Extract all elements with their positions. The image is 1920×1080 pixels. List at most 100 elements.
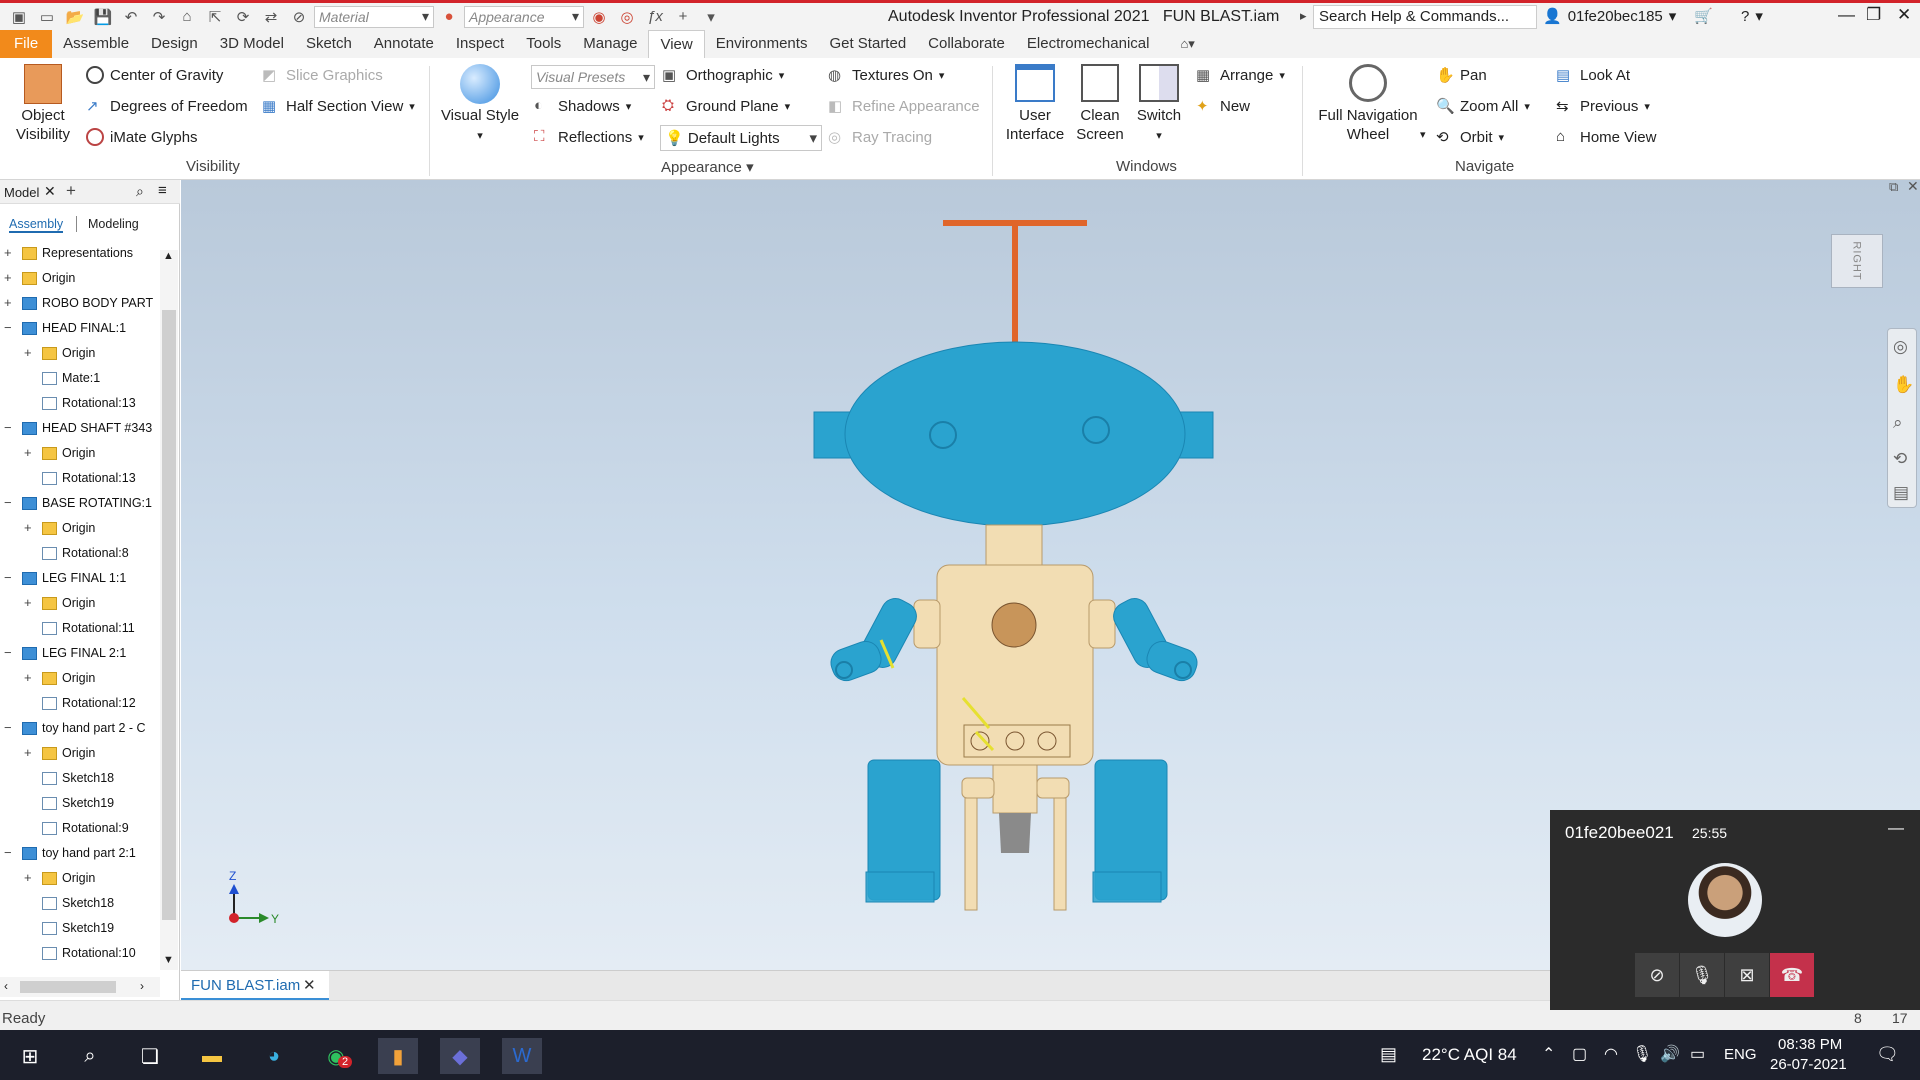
textures-on-button[interactable]: ◍ Textures On ▾: [828, 66, 944, 85]
tab-tools[interactable]: Tools: [515, 30, 572, 58]
viewport-close-icon[interactable]: ✕: [1907, 178, 1919, 195]
tree-expand-toggle[interactable]: +: [4, 270, 12, 285]
tree-item[interactable]: Rotational:13: [42, 471, 136, 485]
call-minimize-icon[interactable]: —: [1888, 820, 1904, 838]
home-icon[interactable]: ⌂: [174, 5, 200, 29]
tray-app-icon[interactable]: ▢: [1572, 1044, 1587, 1064]
user-interface-button[interactable]: User Interface: [1002, 64, 1068, 144]
ground-plane-button[interactable]: ⛭ Ground Plane ▾: [662, 97, 790, 115]
look-at-button[interactable]: ▤ Look At: [1556, 66, 1630, 85]
new-window-button[interactable]: ✦ New: [1196, 97, 1250, 116]
imate-glyphs-button[interactable]: iMate Glyphs: [86, 128, 198, 146]
app-menu-icon[interactable]: ▣: [6, 5, 32, 29]
center-of-gravity-button[interactable]: Center of Gravity: [86, 66, 223, 84]
volume-icon[interactable]: 🔊: [1660, 1044, 1680, 1064]
tree-item[interactable]: Rotational:10: [42, 946, 136, 960]
browser-menu-icon[interactable]: ≡: [158, 182, 167, 199]
teams-button[interactable]: ◆: [440, 1038, 480, 1074]
edge-button[interactable]: ◕: [254, 1038, 294, 1074]
tree-item[interactable]: Rotational:9: [42, 821, 129, 835]
browser-close-icon[interactable]: ✕: [44, 183, 56, 200]
shadows-button[interactable]: ◐ Shadows ▾: [534, 97, 631, 115]
tree-item[interactable]: Origin: [42, 871, 95, 885]
whatsapp-button[interactable]: ◉ 2: [316, 1038, 356, 1074]
previous-view-button[interactable]: ⇆ Previous ▾: [1556, 97, 1650, 116]
tab-electromechanical[interactable]: Electromechanical: [1016, 30, 1161, 58]
close-icon[interactable]: ✕: [1897, 5, 1911, 25]
microphone-button[interactable]: 🎙: [1680, 953, 1724, 997]
pan-button[interactable]: ✋ Pan: [1436, 66, 1487, 85]
tab-3d-model[interactable]: 3D Model: [209, 30, 295, 58]
nav-wheel-dropdown-icon[interactable]: ▾: [1420, 128, 1426, 141]
panel-toggle-icon[interactable]: ⌂▾: [1180, 36, 1194, 52]
sync-icon[interactable]: ⇄: [258, 5, 284, 29]
tray-overflow-icon[interactable]: ⌃: [1542, 1044, 1555, 1064]
tree-item[interactable]: ROBO BODY PART: [22, 296, 153, 310]
camera-off-button[interactable]: ⊘: [1635, 953, 1679, 997]
home-view-button[interactable]: ⌂ Home View: [1556, 128, 1656, 146]
tree-expand-toggle[interactable]: +: [24, 445, 32, 460]
tree-expand-toggle[interactable]: +: [24, 670, 32, 685]
reflections-button[interactable]: ⛶ Reflections ▾: [534, 128, 644, 146]
tree-item[interactable]: Origin: [22, 271, 75, 285]
task-view-button[interactable]: ❏: [130, 1038, 170, 1074]
panel-appearance-label[interactable]: Appearance ▾: [661, 158, 754, 176]
tree-item[interactable]: Origin: [42, 596, 95, 610]
tree-item[interactable]: Rotational:13: [42, 396, 136, 410]
tree-item[interactable]: Sketch18: [42, 771, 114, 785]
battery-icon[interactable]: ▭: [1690, 1044, 1705, 1064]
user-account[interactable]: 👤 01fe20bec185 ▾ 🛒? ▾: [1543, 7, 1763, 26]
nav-orbit-icon[interactable]: ⟲: [1893, 449, 1907, 469]
visual-style-button[interactable]: Visual Style ▾: [440, 64, 520, 146]
nav-look-at-icon[interactable]: ▤: [1893, 483, 1909, 503]
file-explorer-button[interactable]: ▬: [192, 1038, 232, 1074]
clock-time[interactable]: 08:38 PM: [1778, 1036, 1842, 1053]
tab-manage[interactable]: Manage: [572, 30, 648, 58]
tree-expand-toggle[interactable]: −: [4, 720, 12, 735]
browser-vertical-scrollbar[interactable]: ▲ ▼: [160, 250, 178, 970]
viewport-restore-icon[interactable]: ⧉: [1889, 179, 1898, 195]
new-file-icon[interactable]: ▭: [34, 5, 60, 29]
tab-annotate[interactable]: Annotate: [363, 30, 445, 58]
tree-expand-toggle[interactable]: +: [4, 245, 12, 260]
browser-add-icon[interactable]: +: [66, 181, 76, 201]
language-indicator[interactable]: ENG: [1724, 1046, 1757, 1063]
tree-item[interactable]: HEAD FINAL:1: [22, 321, 126, 335]
cart-icon[interactable]: 🛒: [1694, 7, 1713, 25]
browser-horizontal-scrollbar[interactable]: ‹ ›: [0, 977, 160, 997]
weather-text[interactable]: 22°C AQI 84: [1422, 1045, 1517, 1065]
material-combo[interactable]: Material ▾: [314, 5, 434, 28]
clear-appearance-icon[interactable]: ◎: [614, 5, 640, 29]
tree-item[interactable]: Sketch19: [42, 921, 114, 935]
tree-item[interactable]: Sketch18: [42, 896, 114, 910]
doc-tab-fun-blast[interactable]: FUN BLAST.iam ✕: [181, 971, 329, 1001]
degrees-of-freedom-button[interactable]: ↗ Degrees of Freedom: [86, 97, 248, 116]
tree-item[interactable]: Rotational:12: [42, 696, 136, 710]
tab-inspect[interactable]: Inspect: [445, 30, 515, 58]
tab-view[interactable]: View: [648, 30, 705, 58]
tree-item[interactable]: Origin: [42, 746, 95, 760]
notifications-icon[interactable]: 🗨: [1876, 1044, 1899, 1065]
tree-expand-toggle[interactable]: +: [24, 870, 32, 885]
tree-item[interactable]: Origin: [42, 671, 95, 685]
hang-up-button[interactable]: ☎: [1770, 953, 1814, 997]
clean-screen-button[interactable]: Clean Screen: [1074, 64, 1126, 144]
select-icon[interactable]: ⇱: [202, 5, 228, 29]
slice-graphics-button[interactable]: ◩ Slice Graphics: [262, 66, 383, 85]
fx-icon[interactable]: ƒx: [642, 5, 668, 29]
lighting-combo[interactable]: 💡 Default Lights ▾: [660, 125, 822, 151]
prohibited-icon[interactable]: ⊘: [286, 5, 312, 29]
tree-expand-toggle[interactable]: +: [24, 520, 32, 535]
tree-expand-toggle[interactable]: −: [4, 845, 12, 860]
tree-item[interactable]: BASE ROTATING:1: [22, 496, 152, 510]
full-navigation-wheel-button[interactable]: Full Navigation Wheel: [1312, 64, 1424, 144]
tree-item[interactable]: Origin: [42, 446, 95, 460]
nav-zoom-icon[interactable]: ⌕: [1893, 413, 1903, 433]
tree-expand-toggle[interactable]: +: [4, 295, 12, 310]
help-icon[interactable]: ?: [1741, 8, 1749, 25]
clock-date[interactable]: 26-07-2021: [1770, 1056, 1847, 1073]
update-icon[interactable]: ⟳: [230, 5, 256, 29]
ray-tracing-button[interactable]: ◎ Ray Tracing: [828, 128, 932, 147]
tab-get-started[interactable]: Get Started: [818, 30, 917, 58]
visual-presets-combo[interactable]: Visual Presets ▾: [531, 65, 655, 89]
